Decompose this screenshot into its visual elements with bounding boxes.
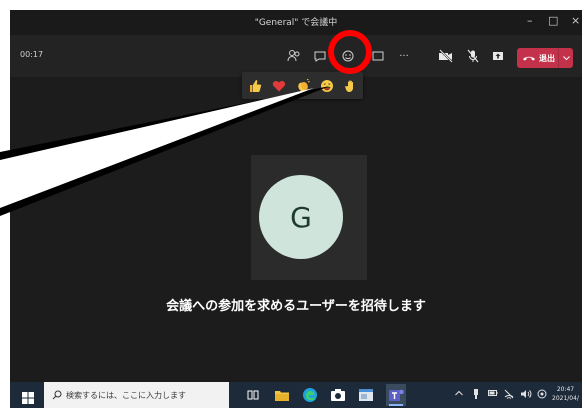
teams-app-icon[interactable] — [386, 384, 406, 406]
meet-now-icon[interactable] — [537, 389, 547, 401]
battery-icon[interactable] — [488, 389, 498, 399]
search-icon — [52, 390, 62, 400]
clock-time: 20:47 — [556, 386, 575, 393]
file-explorer-icon[interactable] — [274, 387, 290, 403]
windows-start-icon[interactable] — [22, 389, 34, 408]
wifi-icon[interactable] — [504, 389, 514, 401]
search-placeholder: 検索するには、ここに入力します — [66, 390, 186, 400]
app-window-icon[interactable] — [358, 387, 374, 403]
volume-icon[interactable] — [520, 389, 532, 401]
chevron-up-icon[interactable] — [455, 389, 463, 398]
system-clock[interactable]: 20:47 2021/04/ — [552, 385, 579, 403]
task-view-icon[interactable] — [246, 387, 262, 403]
clock-date: 2021/04/ — [552, 395, 579, 402]
taskbar-search-box[interactable]: 検索するには、ここに入力します — [44, 382, 229, 408]
highlight-circle — [328, 30, 372, 74]
windows-taskbar: 検索するには、ここに入力します 20:47 2021/04/ — [10, 382, 582, 408]
edge-browser-icon[interactable] — [302, 387, 318, 403]
annotation-overlay — [0, 30, 372, 216]
usb-device-icon[interactable] — [472, 389, 480, 401]
camera-app-icon[interactable] — [330, 387, 346, 403]
